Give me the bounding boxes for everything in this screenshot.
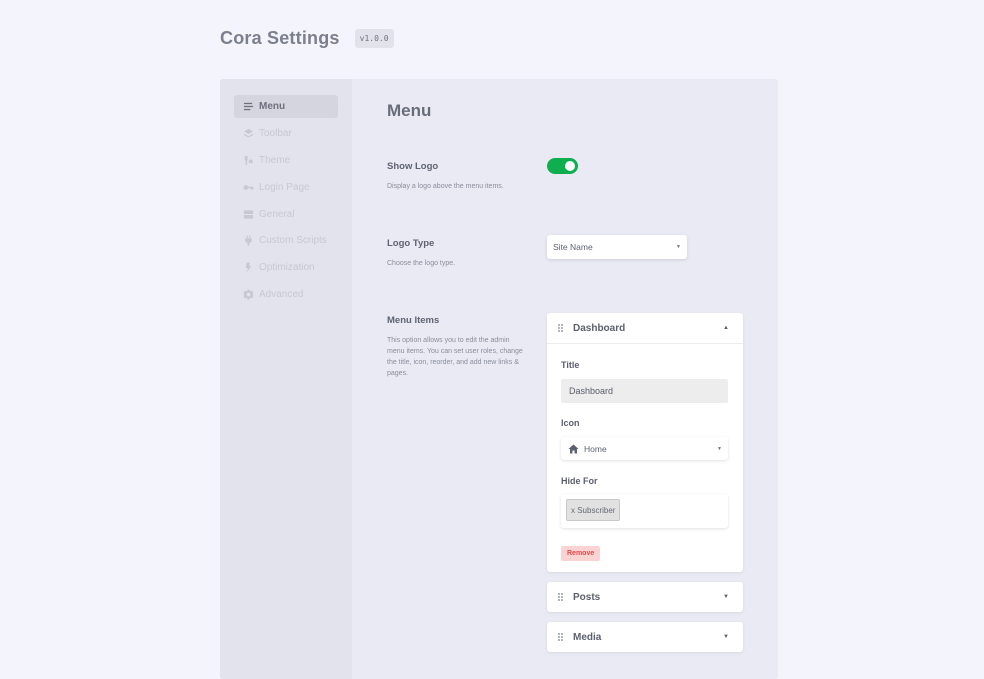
server-icon [242,209,254,221]
logo-type-value: Site Name [553,242,593,252]
menu-item-header[interactable]: Posts ▼ [547,582,743,612]
page-title: Menu [387,101,432,120]
menu-item-header[interactable]: Dashboard ▲ [547,313,743,343]
home-icon [568,443,579,454]
settings-panel: Menu Toolbar Theme Login Page General Cu… [220,79,778,679]
plug-icon [242,235,254,247]
icon-select[interactable]: Home ▼ [561,437,728,460]
menu-item-card-media: Media ▼ [547,622,743,652]
chevron-up-icon[interactable]: ▲ [723,325,729,331]
sidebar: Menu Toolbar Theme Login Page General Cu… [220,79,352,679]
drag-handle-icon[interactable] [558,632,565,642]
sidebar-item-label: Login Page [259,182,310,193]
remove-button[interactable]: Remove [561,546,601,561]
logo-type-label: Logo Type [387,238,435,249]
caret-down-icon: ▼ [676,244,681,250]
sidebar-item-label: Theme [259,155,291,166]
role-tag[interactable]: x Subscriber [566,499,621,521]
paint-icon [242,155,254,167]
show-logo-description: Display a logo above the menu items. [387,183,504,190]
layers-icon [242,128,254,140]
sidebar-item-label: General [259,209,295,220]
sidebar-item-label: Toolbar [259,128,292,139]
show-logo-toggle[interactable] [547,158,578,174]
bolt-icon [242,262,254,274]
drag-handle-icon[interactable] [558,592,565,602]
menu-item-header[interactable]: Media ▼ [547,622,743,652]
icon-select-value: Home [584,443,607,454]
menu-item-card-dashboard: Dashboard ▲ Title Dashboard Icon Home ▼ … [547,313,743,572]
icon-field-label: Icon [561,418,580,428]
logo-type-select[interactable]: Site Name ▼ [547,235,687,259]
content: Menu Show Logo Display a logo above the … [387,79,777,679]
sidebar-item-label: Custom Scripts [259,235,327,246]
show-logo-label: Show Logo [387,161,439,172]
menu-item-body: Title Dashboard Icon Home ▼ Hide For x S… [547,343,743,572]
hide-for-field-label: Hide For [561,476,598,486]
sidebar-item-label: Menu [259,101,286,112]
menu-item-title: Dashboard [573,322,626,334]
app-title: Cora Settings [220,28,340,48]
caret-down-icon: ▼ [717,445,722,452]
logo-type-description: Choose the logo type. [387,260,456,267]
chevron-down-icon[interactable]: ▼ [723,594,729,600]
title-field-label: Title [561,360,580,370]
version-badge: v1.0.0 [354,29,394,48]
sidebar-item-label: Optimization [259,262,315,273]
header: Cora Settings v1.0.0 [220,28,394,49]
sidebar-item-custom-scripts[interactable]: Custom Scripts [234,229,338,252]
sidebar-item-advanced[interactable]: Advanced [234,283,338,306]
menu-items-label: Menu Items [387,315,440,326]
sidebar-item-optimization[interactable]: Optimization [234,256,338,279]
sidebar-item-general[interactable]: General [234,203,338,226]
drag-handle-icon[interactable] [558,323,565,333]
sidebar-item-login-page[interactable]: Login Page [234,176,338,199]
menu-item-card-posts: Posts ▼ [547,582,743,612]
chevron-down-icon[interactable]: ▼ [723,634,729,640]
menu-lines-icon [242,101,254,113]
key-icon [242,182,254,194]
gear-icon [242,289,254,301]
sidebar-item-menu[interactable]: Menu [234,95,338,118]
sidebar-item-toolbar[interactable]: Toolbar [234,122,338,145]
sidebar-item-theme[interactable]: Theme [234,149,338,172]
sidebar-item-label: Advanced [259,289,304,300]
toggle-knob [565,161,575,171]
hide-for-select[interactable]: x Subscriber [561,494,728,528]
menu-item-title: Media [573,631,602,643]
menu-items-description: This option allows you to edit the admin… [387,337,523,377]
title-input[interactable]: Dashboard [561,379,728,403]
menu-item-title: Posts [573,591,601,603]
